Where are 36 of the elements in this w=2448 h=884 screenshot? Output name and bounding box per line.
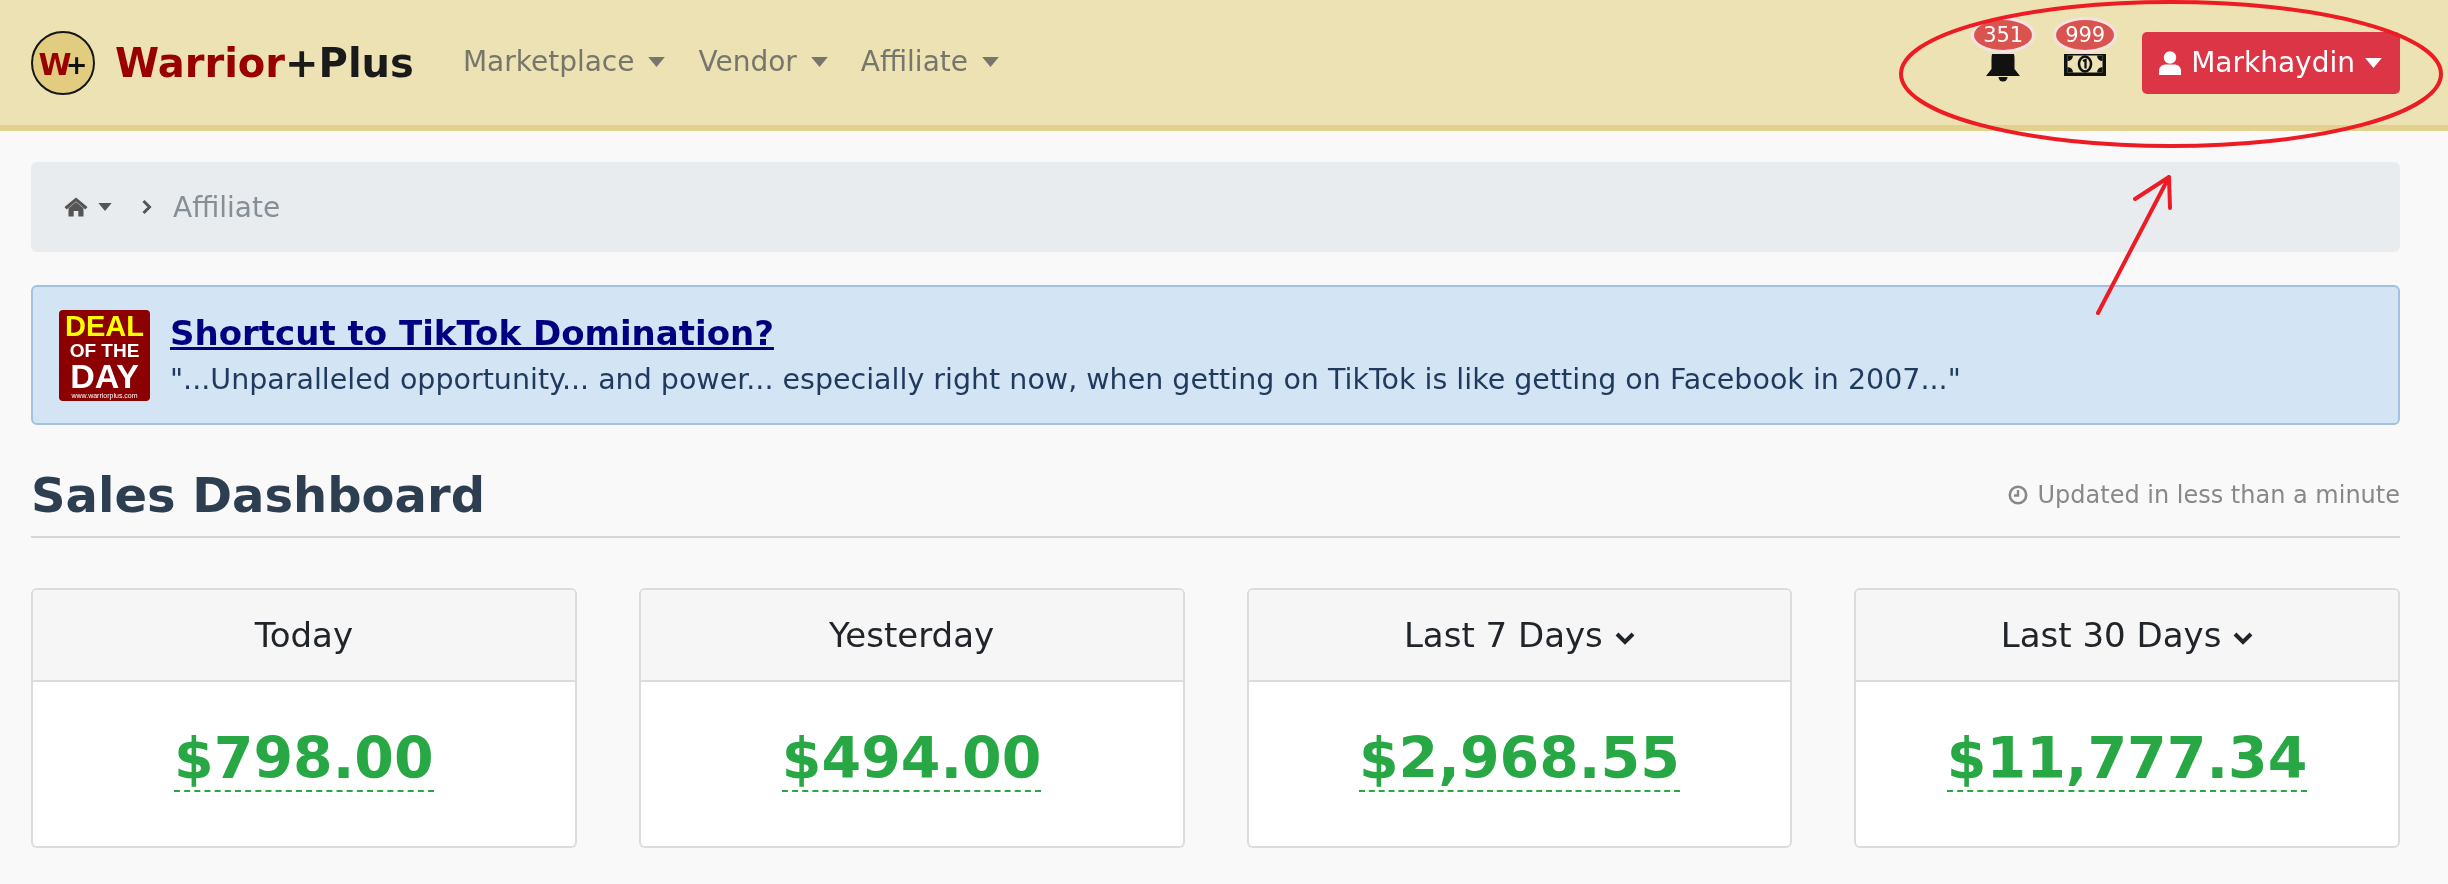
period-label: Today	[254, 615, 354, 655]
period-label: Yesterday	[829, 615, 995, 655]
badge-label: DAY	[70, 360, 139, 391]
nav-dropdown[interactable]: Affiliate	[860, 44, 999, 81]
sales-amount: $11,777.34	[1946, 730, 2308, 792]
clock-icon	[2008, 485, 2029, 505]
updated-status: Updated in less than a minute	[2037, 481, 2400, 509]
deal-title-link[interactable]: Shortcut to TikTok Domination?	[170, 312, 774, 355]
user-icon	[2159, 50, 2182, 75]
bell-icon[interactable]	[1985, 54, 2022, 82]
caret-icon	[810, 57, 828, 68]
caret-icon	[982, 57, 999, 68]
period-dropdown-button[interactable]: Last 7 Days	[1403, 615, 1635, 655]
period-dropdown-button[interactable]: Last 30 Days	[2000, 615, 2254, 655]
sales-amount: $798.00	[174, 730, 434, 792]
sales-amount: $2,968.55	[1358, 730, 1680, 792]
logo-mark[interactable]: W+	[31, 30, 95, 95]
count-badge: 999	[2053, 17, 2118, 53]
badge-label: DEAL	[65, 311, 144, 340]
caret-icon	[648, 57, 666, 68]
page-title: Sales Dashboard	[31, 467, 485, 523]
home-menu-button[interactable]	[64, 197, 112, 217]
home-icon	[64, 197, 88, 217]
badge-label: OF THE	[69, 339, 140, 361]
breadcrumb-current: Affiliate	[173, 190, 281, 224]
user-menu-button[interactable]: Markhaydin	[2142, 31, 2400, 94]
count-badge: 351	[1971, 17, 2036, 53]
deal-quote: "...Unparalleled opportunity... and power... especially right now, when getting on TikTok is like getting on Facebook in 2007..."	[170, 361, 1961, 398]
caret-icon	[98, 203, 112, 211]
logo-text[interactable]: Warrior+Plus	[115, 38, 414, 87]
nav-dropdown[interactable]: Marketplace	[462, 44, 666, 81]
caret-icon	[2365, 57, 2382, 68]
nav-dropdown[interactable]: Vendor	[698, 44, 828, 81]
sales-amount: $494.00	[781, 730, 1042, 792]
banknote-icon[interactable]	[2064, 54, 2107, 76]
chevron-right-icon	[140, 199, 153, 215]
